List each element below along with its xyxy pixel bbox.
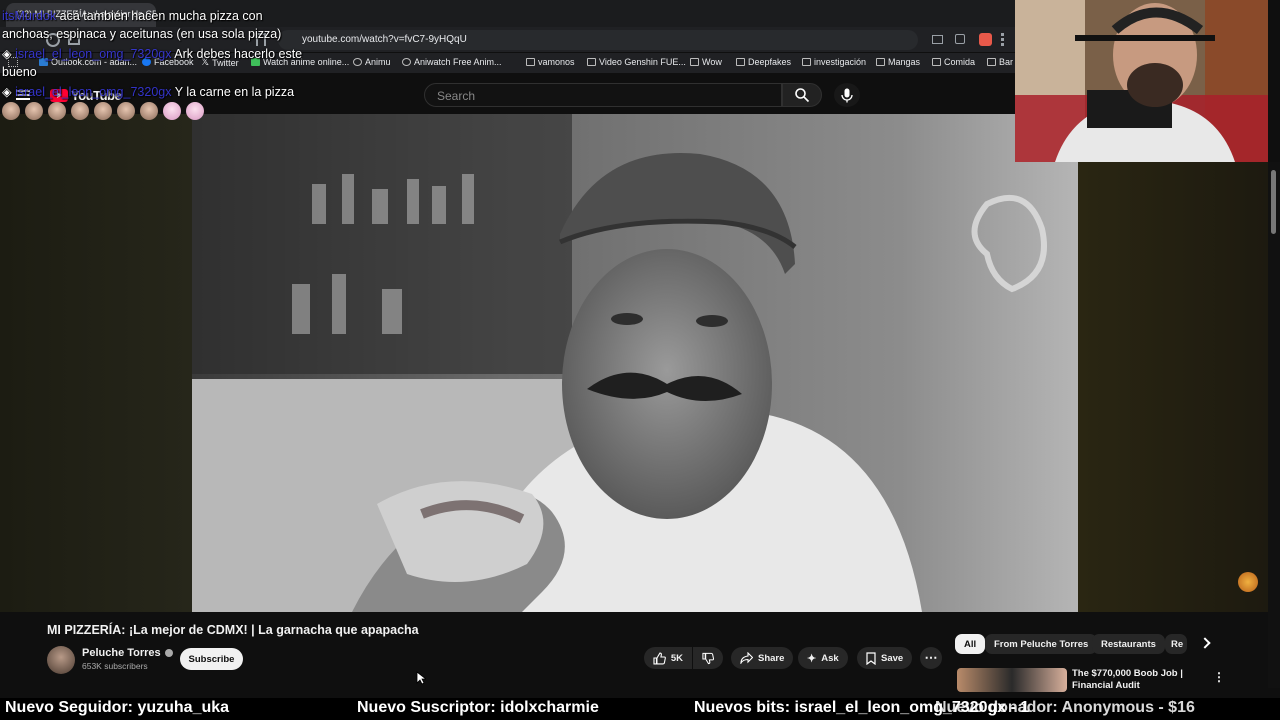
share-label: Share	[758, 652, 785, 664]
streamer-camera-feed	[1015, 0, 1268, 162]
folder-icon	[802, 58, 811, 66]
ambient-glow-right	[1078, 114, 1268, 612]
chevron-right-icon[interactable]	[1199, 637, 1211, 649]
face-emote-icon	[140, 101, 158, 120]
folder-icon	[987, 58, 996, 66]
bookmark-folder-genshin[interactable]: Video Genshin FUE...	[587, 57, 686, 67]
url-text: youtube.com/watch?v=fvC7-9yHQqU	[302, 34, 467, 45]
ask-label: Ask	[821, 652, 839, 664]
like-button[interactable]: 5K	[644, 647, 692, 669]
save-label: Save	[881, 652, 904, 664]
chat-message: ◈ israel_el_leon_omg_7320gx Y la carne e…	[2, 84, 314, 120]
face-emote-icon	[94, 101, 112, 120]
voice-search-button[interactable]	[834, 83, 860, 107]
stream-chat-overlay: itsMurdok acá también hacen mucha pizza …	[2, 8, 314, 123]
chat-message: itsMurdok acá también hacen mucha pizza …	[2, 8, 314, 43]
subscriber-count: 653K subscribers	[82, 661, 148, 671]
search-input[interactable]: Search	[424, 83, 782, 107]
folder-icon	[690, 58, 699, 66]
anime-emote-icon	[163, 101, 181, 120]
bookmark-folder-bar[interactable]: Bar	[987, 57, 1013, 67]
bookmark-animu[interactable]: Animu	[353, 57, 391, 67]
recommended-video-thumbnail[interactable]	[957, 668, 1067, 692]
search-icon	[795, 88, 810, 103]
video-title: MI PIZZERÍA: ¡La mejor de CDMX! | La gar…	[47, 623, 419, 637]
bookmark-folder-comida[interactable]: Comida	[932, 57, 975, 67]
chip-truncated[interactable]: Re	[1165, 634, 1187, 654]
more-actions-button[interactable]: ⋯	[920, 647, 942, 669]
menu-dots-icon[interactable]	[1001, 33, 1004, 46]
face-emote-icon	[25, 101, 43, 120]
chat-message: ◈ israel_el_leon_omg_7320gx Ark debes ha…	[2, 46, 314, 81]
chip-all[interactable]: All	[955, 634, 986, 654]
brave-shield-icon[interactable]	[979, 33, 992, 46]
face-emote-icon	[117, 101, 135, 120]
chat-emotes	[2, 101, 204, 120]
save-button[interactable]: Save	[857, 647, 913, 669]
share-page-icon[interactable]	[955, 34, 965, 44]
stream-alerts-ticker: Nuevo Seguidor: yuzuha_uka Nuevo Suscrip…	[0, 698, 1280, 720]
channel-name-row[interactable]: Peluche Torres	[82, 647, 173, 659]
verified-badge-icon	[164, 649, 173, 657]
ticker-donor: Nuevo donador: Anonymous - $16	[935, 699, 1195, 716]
ask-button[interactable]: ✦ Ask	[798, 647, 848, 669]
share-button[interactable]: Share	[731, 647, 794, 669]
folder-icon	[932, 58, 941, 66]
bookmark-folder-vamonos[interactable]: vamonos	[526, 57, 575, 67]
diamond-badge-icon: ◈	[2, 47, 12, 61]
folder-icon	[876, 58, 885, 66]
dislike-button[interactable]	[693, 647, 723, 669]
bookmark-folder-deepfakes[interactable]: Deepfakes	[736, 57, 791, 67]
recommended-video-title[interactable]: The $770,000 Boob Job | Financial Audit	[1072, 668, 1212, 692]
face-emote-icon	[48, 101, 66, 120]
bookmark-folder-mangas[interactable]: Mangas	[876, 57, 920, 67]
bookmark-folder-investigacion[interactable]: investigación	[802, 57, 866, 67]
video-frame	[192, 114, 1078, 612]
chat-username: israel_el_leon_omg_7320gx	[15, 47, 172, 61]
ticker-follower: Nuevo Seguidor: yuzuha_uka	[5, 699, 230, 716]
folder-icon	[736, 58, 745, 66]
like-count: 5K	[670, 652, 683, 664]
thumbs-down-icon	[702, 652, 714, 664]
channel-avatar[interactable]	[47, 646, 75, 674]
chat-username: israel_el_leon_omg_7320gx	[15, 85, 172, 99]
chat-username: itsMurdok	[2, 9, 57, 23]
thumbs-up-icon	[653, 652, 666, 664]
chip-from-channel[interactable]: From Peluche Torres	[985, 634, 1098, 654]
scrollbar-thumb[interactable]	[1271, 170, 1276, 234]
face-emote-icon	[71, 101, 89, 120]
search-button[interactable]	[782, 83, 822, 107]
kebab-menu-icon[interactable]: ⋮	[1213, 670, 1225, 684]
page-scrollbar[interactable]	[1268, 162, 1280, 688]
cast-icon[interactable]	[932, 35, 943, 44]
burger-emote-icon	[1238, 572, 1258, 592]
webcam-overlay	[1015, 0, 1268, 162]
bookmark-icon	[866, 651, 876, 665]
mouse-cursor-icon	[416, 671, 426, 685]
globe-icon	[353, 58, 362, 66]
sparkle-icon: ✦	[807, 652, 817, 665]
channel-name[interactable]: Peluche Torres	[82, 647, 161, 659]
microphone-icon	[841, 88, 853, 102]
aniwatch-icon	[402, 58, 411, 66]
ambient-glow-left	[0, 114, 192, 612]
face-emote-icon	[2, 101, 20, 120]
folder-icon	[587, 58, 596, 66]
address-bar[interactable]: youtube.com/watch?v=fvC7-9yHQqU	[278, 30, 918, 50]
diamond-badge-icon: ◈	[2, 85, 12, 99]
subscribe-button[interactable]: Subscribe	[180, 648, 243, 670]
share-arrow-icon	[740, 652, 753, 664]
chip-restaurants[interactable]: Restaurants	[1092, 634, 1165, 654]
ticker-subscriber: Nuevo Suscriptor: idolxcharmie	[357, 699, 599, 716]
video-player[interactable]	[192, 114, 1078, 612]
folder-icon	[526, 58, 535, 66]
bookmark-aniwatch[interactable]: Aniwatch Free Anim...	[402, 57, 502, 67]
bookmark-folder-wow[interactable]: Wow	[690, 57, 722, 67]
chat-text: Y la carne en la pizza	[174, 85, 295, 99]
anime-emote-icon	[186, 101, 204, 120]
more-dots-icon: ⋯	[924, 650, 938, 665]
